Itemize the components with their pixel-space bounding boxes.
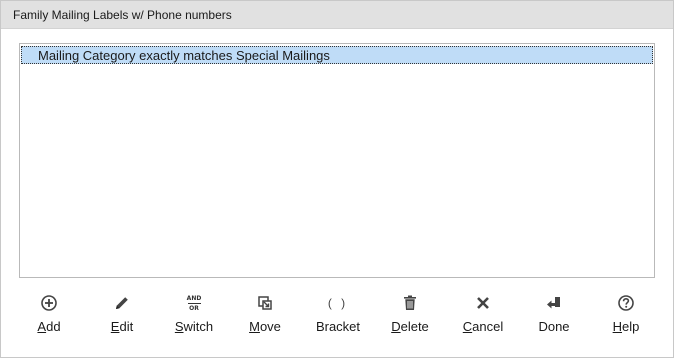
return-arrow-icon xyxy=(519,292,589,314)
plus-circle-icon xyxy=(14,292,84,314)
criteria-list[interactable]: Mailing Category exactly matches Special… xyxy=(19,43,655,278)
edit-button[interactable]: Edit xyxy=(87,288,157,346)
toolbar: Add Edit AND OR Switch Move () Bracket … xyxy=(1,288,673,348)
done-label: Done xyxy=(538,319,570,334)
switch-button[interactable]: AND OR Switch xyxy=(159,288,229,346)
pencil-icon xyxy=(87,292,157,314)
delete-label: Delete xyxy=(391,319,429,334)
and-or-icon: AND OR xyxy=(186,294,202,312)
criteria-dialog: Family Mailing Labels w/ Phone numbers M… xyxy=(0,0,674,358)
criteria-row-text: Mailing Category exactly matches Special… xyxy=(38,48,330,63)
bracket-button[interactable]: ( ) Bracket xyxy=(303,288,373,346)
criteria-row-selected[interactable]: Mailing Category exactly matches Special… xyxy=(21,46,653,64)
cancel-button[interactable]: Cancel xyxy=(448,288,518,346)
switch-label: Switch xyxy=(174,319,214,334)
delete-button[interactable]: Delete xyxy=(375,288,445,346)
trash-icon xyxy=(375,292,445,314)
help-button[interactable]: Help xyxy=(591,288,661,346)
move-icon xyxy=(230,292,300,314)
bracket-label: Bracket xyxy=(315,319,361,334)
help-label: Help xyxy=(612,319,640,334)
add-label: Add xyxy=(37,319,61,334)
x-icon xyxy=(448,292,518,314)
move-label: Move xyxy=(249,319,281,334)
window-title: Family Mailing Labels w/ Phone numbers xyxy=(13,8,232,22)
parentheses-icon: ( ) xyxy=(327,296,349,310)
done-button[interactable]: Done xyxy=(519,288,589,346)
move-button[interactable]: Move xyxy=(230,288,300,346)
add-button[interactable]: Add xyxy=(14,288,84,346)
cancel-label: Cancel xyxy=(462,319,504,334)
title-bar: Family Mailing Labels w/ Phone numbers xyxy=(1,1,673,29)
question-circle-icon xyxy=(591,292,661,314)
edit-label: Edit xyxy=(110,319,134,334)
